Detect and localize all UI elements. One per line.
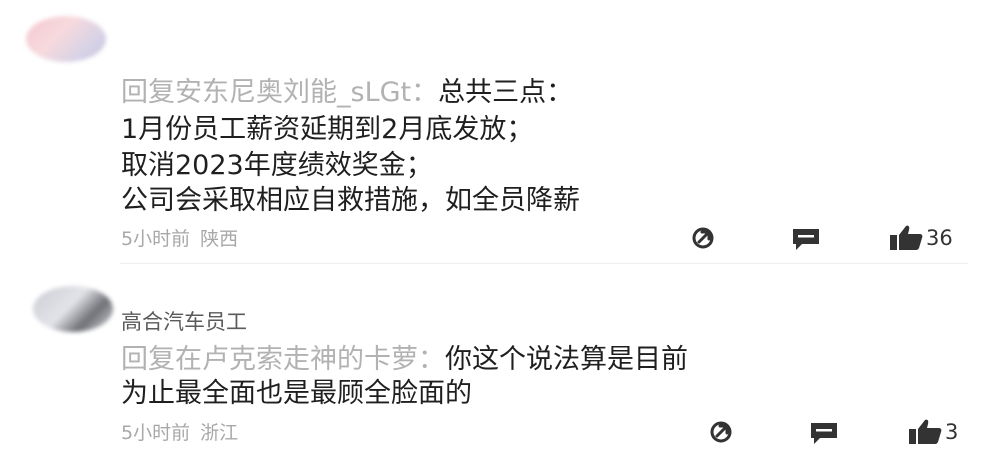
comment-text: 总共三点： bbox=[438, 77, 574, 108]
thumbs-up-icon bbox=[888, 224, 924, 252]
comment-text-line: 1月份员工薪资延期到2月底发放； bbox=[121, 114, 534, 145]
reply-to-link[interactable]: 回复在卢克索走神的卡萝： bbox=[121, 344, 445, 375]
username[interactable] bbox=[120, 12, 440, 38]
comment-text-line: 为止最全面也是最顾全脸面的 bbox=[121, 378, 472, 409]
reply-to-link[interactable]: 回复安东尼奥刘能_sLGt： bbox=[121, 77, 438, 108]
comment-text-line: 回复在卢克索走神的卡萝：你这个说法算是目前 bbox=[121, 342, 688, 378]
comment-card: 高合汽车员工 回复在卢克索走神的卡萝：你这个说法算是目前 为止最全面也是最顾全脸… bbox=[0, 268, 1000, 452]
reply-button[interactable] bbox=[808, 420, 840, 446]
like-button[interactable]: 3 bbox=[907, 418, 958, 446]
comment-time: 5小时前 bbox=[121, 228, 191, 250]
comment-text-line: 取消2023年度绩效奖金； bbox=[121, 150, 433, 181]
divider bbox=[120, 263, 968, 264]
reply-button[interactable] bbox=[790, 226, 822, 252]
comment-location: 浙江 bbox=[200, 422, 239, 444]
comment-time: 5小时前 bbox=[121, 422, 191, 444]
share-button[interactable] bbox=[705, 420, 737, 444]
like-button[interactable]: 36 bbox=[888, 224, 953, 252]
share-button[interactable] bbox=[687, 226, 719, 250]
thumbs-up-icon bbox=[907, 418, 943, 446]
comment-location: 陕西 bbox=[200, 228, 239, 250]
user-tag: 高合汽车员工 bbox=[121, 310, 247, 334]
reply-icon bbox=[790, 226, 822, 252]
comment-card: 回复安东尼奥刘能_sLGt：总共三点： 1月份员工薪资延期到2月底发放； 取消2… bbox=[0, 0, 1000, 262]
avatar[interactable] bbox=[33, 286, 113, 332]
comment-meta: 5小时前 浙江 bbox=[121, 418, 238, 445]
comment-text-line: 公司会采取相应自救措施，如全员降薪 bbox=[121, 185, 580, 216]
like-count: 36 bbox=[926, 226, 953, 250]
share-icon bbox=[705, 420, 737, 444]
avatar[interactable] bbox=[26, 16, 106, 62]
share-icon bbox=[687, 226, 719, 250]
like-count: 3 bbox=[945, 420, 959, 444]
reply-icon bbox=[808, 420, 840, 446]
comment-text-line: 回复安东尼奥刘能_sLGt：总共三点： bbox=[121, 75, 573, 111]
comment-meta: 5小时前 陕西 bbox=[121, 224, 238, 251]
comment-text: 你这个说法算是目前 bbox=[445, 344, 688, 375]
